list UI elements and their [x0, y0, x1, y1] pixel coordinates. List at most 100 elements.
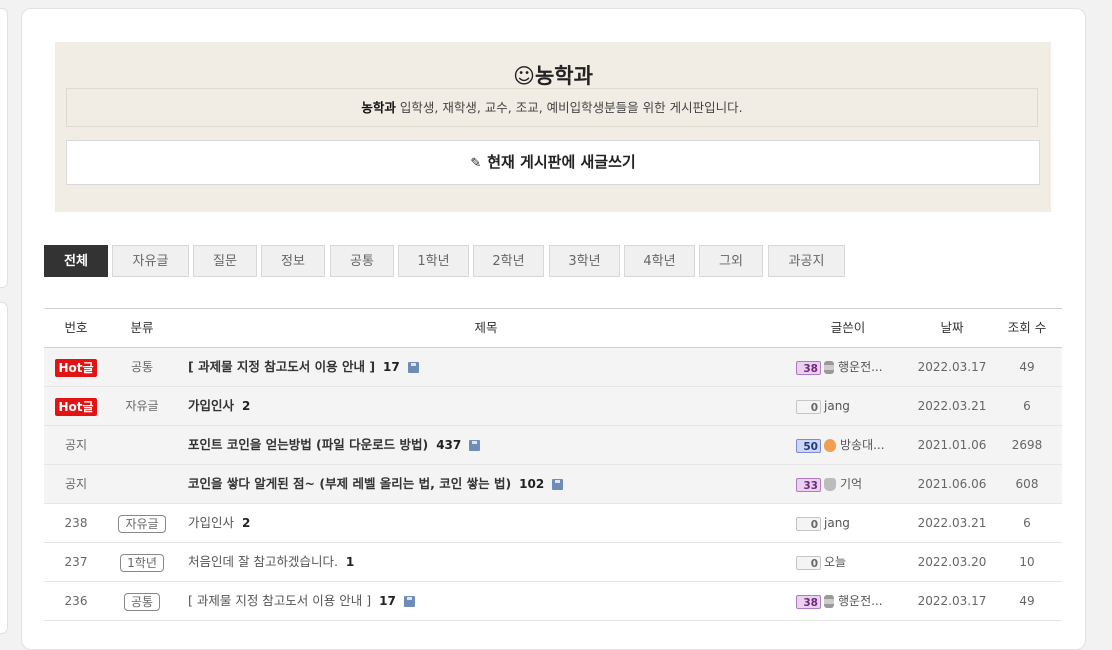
- category-badge[interactable]: 자유글: [118, 514, 166, 533]
- row-category: 자유글: [125, 399, 159, 413]
- tab-grade4[interactable]: 4학년: [624, 245, 695, 277]
- row-writer[interactable]: 50 방송대...: [796, 426, 916, 464]
- row-num: 237: [64, 555, 88, 569]
- board-card: ☺농학과 농학과 입학생, 재학생, 교수, 조교, 예비입학생분들을 위한 게…: [21, 8, 1086, 650]
- post-title-link[interactable]: 포인트 코인을 얻는방법 (파일 다운로드 방법): [188, 437, 428, 452]
- tab-common[interactable]: 공통: [330, 245, 394, 277]
- row-views: 49: [1019, 360, 1035, 374]
- tab-grade3[interactable]: 3학년: [549, 245, 620, 277]
- row-writer[interactable]: 38 행운전...: [796, 582, 916, 620]
- write-post-button[interactable]: ✎ 현재 게시판에 새글쓰기: [66, 140, 1040, 185]
- row-title-cell: 가입인사 2: [188, 387, 788, 425]
- writer-name: 행운전...: [838, 594, 883, 608]
- write-post-label: 현재 게시판에 새글쓰기: [487, 153, 636, 171]
- tab-info[interactable]: 정보: [261, 245, 325, 277]
- row-date: 2022.03.17: [917, 360, 987, 374]
- row-date: 2022.03.20: [917, 555, 987, 569]
- row-num: 공지: [64, 477, 88, 491]
- left-panel-edge-bottom: [0, 302, 8, 634]
- floppy-disk-icon: [469, 440, 481, 451]
- header-category: 분류: [130, 320, 154, 335]
- table-row[interactable]: 공지 포인트 코인을 얻는방법 (파일 다운로드 방법) 437 50 방송대...…: [44, 426, 1062, 465]
- tab-grade2[interactable]: 2학년: [473, 245, 544, 277]
- header-views: 조회 수: [1007, 320, 1047, 335]
- row-title-cell: 포인트 코인을 얻는방법 (파일 다운로드 방법) 437: [188, 426, 788, 464]
- board-title: ☺농학과: [513, 64, 593, 88]
- post-title-link[interactable]: 처음인데 잘 참고하겠습니다.: [188, 554, 338, 569]
- table-header: 번호 분류 제목 글쓴이 날짜 조회 수: [44, 309, 1062, 348]
- row-date: 2022.03.17: [917, 594, 987, 608]
- tab-dept-notice[interactable]: 과공지: [768, 245, 845, 277]
- fruit-icon: [824, 439, 836, 452]
- table-row[interactable]: Hot글 공통 [ 과제물 지정 참고도서 이용 안내 ] 17 38 행운전...…: [44, 348, 1062, 387]
- row-writer[interactable]: 0 오늘: [796, 543, 916, 581]
- hourglass-icon: [824, 361, 834, 374]
- table-row[interactable]: Hot글 자유글 가입인사 2 0 jang 2022.03.21 6: [44, 387, 1062, 426]
- post-title-link[interactable]: 가입인사: [188, 515, 234, 530]
- floppy-disk-icon: [403, 596, 415, 607]
- row-category: 자유글: [108, 504, 176, 542]
- row-title-cell: [ 과제물 지정 참고도서 이용 안내 ] 17: [188, 582, 788, 620]
- row-date: 2021.06.06: [917, 477, 987, 491]
- comment-count: 17: [379, 594, 396, 608]
- row-writer[interactable]: 38 행운전...: [796, 348, 916, 386]
- writer-name: 기억: [840, 477, 863, 491]
- table-row[interactable]: 236 공통 [ 과제물 지정 참고도서 이용 안내 ] 17 38 행운전... …: [44, 582, 1062, 621]
- level-badge: 38: [796, 594, 821, 609]
- row-views: 2698: [1011, 438, 1043, 452]
- table-row[interactable]: 238 자유글 가입인사 2 0 jang 2022.03.21 6: [44, 504, 1062, 543]
- level-badge: 50: [796, 438, 821, 453]
- writer-name: 방송대...: [840, 438, 885, 452]
- level-badge: 0: [796, 516, 821, 531]
- post-title-link[interactable]: [ 과제물 지정 참고도서 이용 안내 ]: [188, 593, 371, 608]
- comment-count: 2: [242, 516, 251, 530]
- row-category: 1학년: [108, 543, 176, 581]
- hot-badge: Hot글: [55, 358, 97, 377]
- tab-question[interactable]: 질문: [193, 245, 257, 277]
- post-title-link[interactable]: [ 과제물 지정 참고도서 이용 안내 ]: [188, 359, 375, 374]
- writer-name: 행운전...: [838, 360, 883, 374]
- row-category: [108, 426, 176, 464]
- board-header: ☺농학과 농학과 입학생, 재학생, 교수, 조교, 예비입학생분들을 위한 게…: [55, 42, 1051, 212]
- tab-grade1[interactable]: 1학년: [398, 245, 469, 277]
- row-views: 49: [1019, 594, 1035, 608]
- comment-count: 437: [436, 438, 462, 452]
- row-num: Hot글: [44, 387, 108, 425]
- board-desc-text: 입학생, 재학생, 교수, 조교, 예비입학생분들을 위한 게시판입니다.: [395, 100, 743, 115]
- row-views: 10: [1019, 555, 1035, 569]
- row-date: 2022.03.21: [917, 399, 987, 413]
- row-num: 238: [64, 516, 88, 530]
- hourglass-icon: [824, 595, 834, 608]
- comment-count: 102: [519, 477, 545, 491]
- table-row[interactable]: 237 1학년 처음인데 잘 참고하겠습니다. 1 0 오늘 2022.03.20 …: [44, 543, 1062, 582]
- tab-free[interactable]: 자유글: [112, 245, 189, 277]
- row-title-cell: 코인을 쌓다 알게된 점~ (부제 레벨 올리는 법, 코인 쌓는 법) 102: [188, 465, 788, 503]
- writer-name: 오늘: [824, 555, 847, 569]
- row-date: 2021.01.06: [917, 438, 987, 452]
- left-panel-edge-top: [0, 8, 8, 288]
- row-writer[interactable]: 33 기억: [796, 465, 916, 503]
- board-desc-name: 농학과: [361, 100, 396, 115]
- header-writer: 글쓴이: [830, 320, 866, 335]
- header-num: 번호: [64, 320, 88, 335]
- writer-name: jang: [824, 399, 850, 413]
- category-badge[interactable]: 공통: [123, 592, 161, 611]
- tab-all[interactable]: 전체: [44, 245, 108, 277]
- row-writer[interactable]: 0 jang: [796, 504, 916, 542]
- board-description: 농학과 입학생, 재학생, 교수, 조교, 예비입학생분들을 위한 게시판입니다…: [66, 88, 1038, 127]
- post-title-link[interactable]: 코인을 쌓다 알게된 점~ (부제 레벨 올리는 법, 코인 쌓는 법): [188, 476, 511, 491]
- comment-count: 1: [345, 555, 355, 569]
- category-badge[interactable]: 1학년: [120, 553, 164, 572]
- tab-other[interactable]: 그외: [699, 245, 763, 277]
- row-title-cell: 처음인데 잘 참고하겠습니다. 1: [188, 543, 788, 581]
- row-category: 공통: [130, 360, 154, 374]
- row-num: 236: [64, 594, 88, 608]
- row-date: 2022.03.21: [917, 516, 987, 530]
- table-row[interactable]: 공지 코인을 쌓다 알게된 점~ (부제 레벨 올리는 법, 코인 쌓는 법) 1…: [44, 465, 1062, 504]
- row-num: 공지: [64, 438, 88, 452]
- row-title-cell: 가입인사 2: [188, 504, 788, 542]
- writer-name: jang: [824, 516, 850, 530]
- row-writer[interactable]: 0 jang: [796, 387, 916, 425]
- pencil-icon: ✎: [470, 156, 482, 171]
- post-title-link[interactable]: 가입인사: [188, 398, 234, 413]
